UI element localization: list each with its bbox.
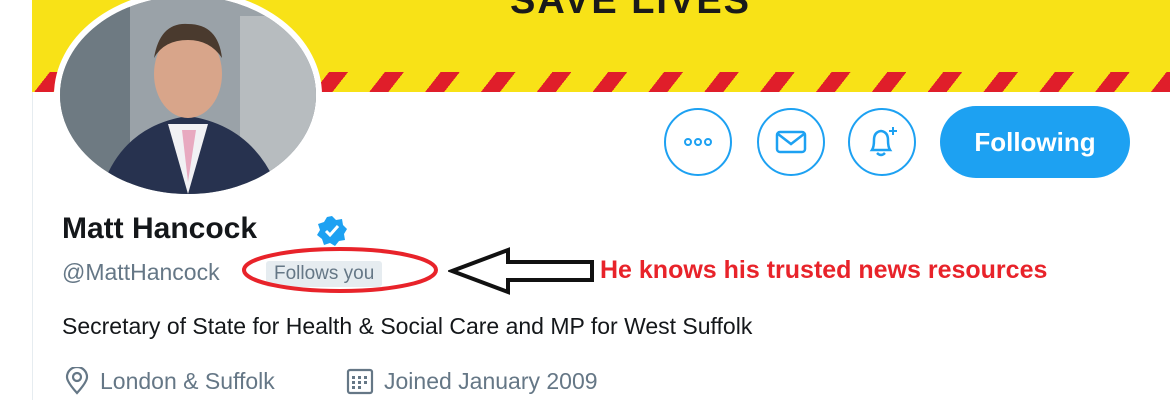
- profile-bio: Secretary of State for Health & Social C…: [62, 313, 753, 339]
- joined-text: Joined January 2009: [384, 367, 598, 394]
- annotation-text: He knows his trusted news resources: [600, 256, 1048, 284]
- profile-location: London & Suffolk: [64, 367, 275, 395]
- bell-plus-icon: [869, 127, 897, 157]
- calendar-icon: [346, 368, 374, 395]
- mail-icon: [775, 130, 807, 154]
- message-button[interactable]: [757, 108, 825, 176]
- profile-joined: Joined January 2009: [346, 367, 598, 395]
- following-button[interactable]: Following: [940, 106, 1130, 178]
- banner-text: SAVE LIVES: [510, 0, 752, 22]
- profile-handle: @MattHancock: [62, 259, 220, 285]
- annotation-arrow: [448, 247, 594, 295]
- notify-button[interactable]: [848, 108, 916, 176]
- more-icon: [684, 138, 712, 146]
- location-icon: [65, 367, 89, 395]
- profile-name: Matt Hancock: [62, 212, 258, 245]
- more-button[interactable]: [664, 108, 732, 176]
- verified-icon: [317, 216, 347, 246]
- highlight-ellipse: [242, 247, 438, 293]
- location-text: London & Suffolk: [100, 367, 275, 394]
